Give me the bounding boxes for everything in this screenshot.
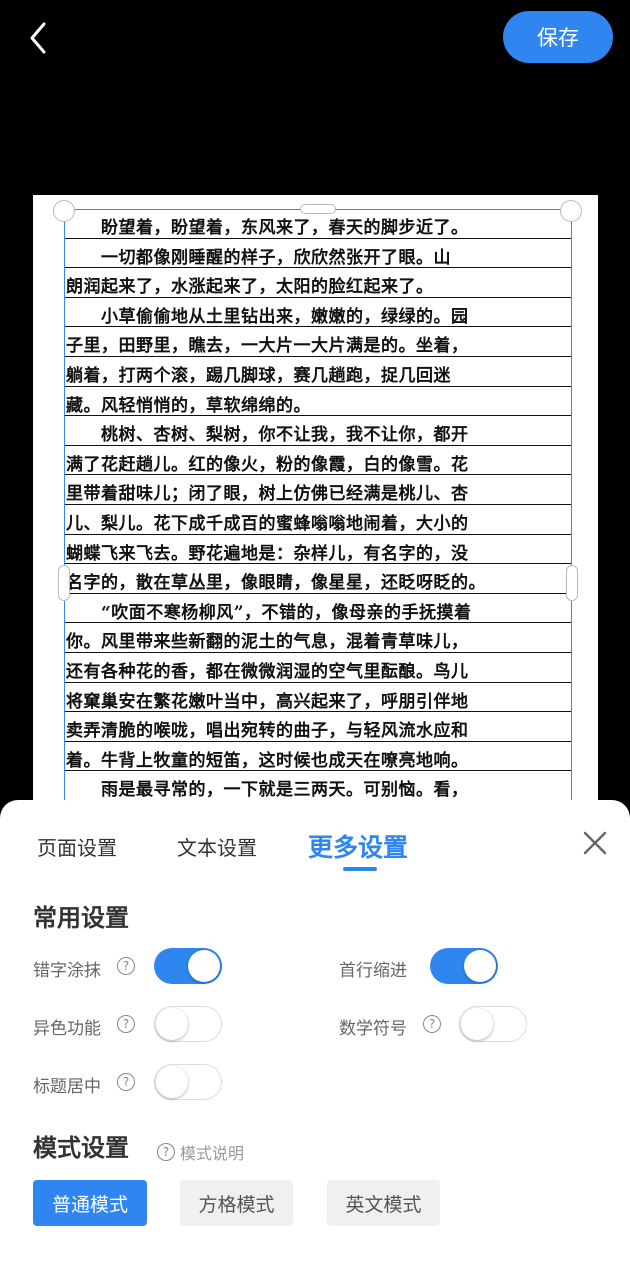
title-center-toggle[interactable] — [154, 1064, 222, 1100]
typo-erase-toggle[interactable] — [154, 948, 222, 984]
help-icon[interactable]: ? — [117, 1073, 135, 1091]
help-icon: ? — [157, 1143, 175, 1161]
crop-handle-top-right[interactable] — [560, 200, 582, 222]
tab-more-settings[interactable]: 更多设置 — [308, 828, 408, 864]
grid-mode-button[interactable]: 方格模式 — [180, 1180, 293, 1226]
option-typo-erase-label: 错字涂抹 — [33, 961, 101, 981]
crop-frame[interactable] — [64, 209, 572, 809]
help-icon[interactable]: ? — [117, 957, 135, 975]
option-title-center-label: 标题居中 — [33, 1077, 101, 1097]
back-button[interactable] — [22, 18, 58, 58]
normal-mode-button[interactable]: 普通模式 — [33, 1180, 147, 1226]
tab-page-settings[interactable]: 页面设置 — [37, 832, 117, 861]
crop-handle-left[interactable] — [58, 565, 70, 601]
save-button[interactable]: 保存 — [503, 11, 613, 63]
active-tab-indicator — [343, 867, 377, 871]
option-math-symbol-label: 数学符号 — [339, 1019, 407, 1039]
crop-handle-right[interactable] — [566, 565, 578, 601]
mode-settings-title: 模式设置 — [33, 1134, 129, 1162]
first-line-indent-toggle[interactable] — [430, 948, 498, 984]
option-alt-color-label: 异色功能 — [33, 1019, 101, 1039]
help-icon[interactable]: ? — [423, 1015, 441, 1033]
mode-help-label: 模式说明 — [180, 1144, 245, 1163]
chevron-left-icon — [30, 22, 46, 54]
mode-help-link[interactable]: ? 模式说明 — [157, 1140, 244, 1164]
close-button[interactable] — [580, 828, 610, 858]
english-mode-button[interactable]: 英文模式 — [327, 1180, 440, 1226]
tab-text-settings[interactable]: 文本设置 — [177, 832, 257, 861]
close-icon — [583, 831, 607, 855]
common-settings-title: 常用设置 — [33, 904, 129, 932]
crop-handle-top[interactable] — [300, 204, 336, 214]
crop-handle-top-left[interactable] — [53, 200, 75, 222]
alt-color-toggle[interactable] — [154, 1006, 222, 1042]
help-icon[interactable]: ? — [117, 1015, 135, 1033]
option-first-line-indent-label: 首行缩进 — [339, 961, 407, 981]
math-symbol-toggle[interactable] — [459, 1006, 527, 1042]
